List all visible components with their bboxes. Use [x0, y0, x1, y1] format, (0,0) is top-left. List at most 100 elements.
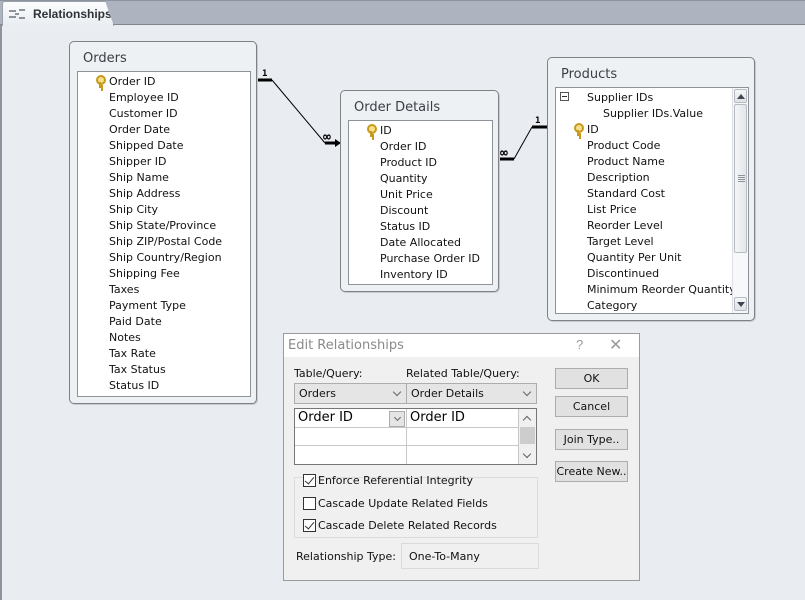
chevron-down-icon[interactable] [522, 449, 532, 459]
field-item[interactable]: Unit Price [380, 186, 433, 202]
field-item[interactable]: Payment Type [109, 297, 186, 313]
products-table-window[interactable]: Products Supplier IDs Supplier IDs.Value… [547, 57, 755, 321]
field-item[interactable]: Shipper ID [109, 153, 166, 169]
scroll-up-button[interactable] [734, 89, 747, 103]
field-mapping-grid[interactable]: Order ID Order ID [294, 408, 537, 465]
primary-key-icon [366, 124, 377, 137]
field-item[interactable]: Shipped Date [109, 137, 184, 153]
field-item[interactable]: Order ID [109, 73, 155, 89]
field-item[interactable]: List Price [587, 201, 637, 217]
orders-field-list[interactable]: Order ID Employee ID Customer ID Order D… [77, 71, 251, 397]
create-new-button[interactable]: Create New.. [555, 461, 628, 482]
field-item[interactable]: Category [587, 297, 637, 313]
field-item[interactable]: Standard Cost [587, 185, 665, 201]
primary-key-icon [573, 123, 584, 136]
field-item[interactable]: Ship ZIP/Postal Code [109, 233, 222, 249]
field-item[interactable]: Target Level [587, 233, 654, 249]
field-item[interactable]: Ship Country/Region [109, 249, 222, 265]
field-dropdown-button[interactable] [389, 411, 405, 427]
enforce-integrity-label[interactable]: Enforce Referential Integrity [318, 474, 473, 487]
right-field-cell[interactable] [407, 446, 519, 464]
field-item[interactable]: Ship Name [109, 169, 169, 185]
collapse-icon[interactable] [560, 92, 569, 101]
field-item[interactable]: Discontinued [587, 265, 659, 281]
enforce-integrity-checkbox[interactable] [303, 474, 316, 487]
field-item[interactable]: Discount [380, 202, 428, 218]
table-query-select[interactable]: Orders [294, 383, 407, 404]
field-item[interactable]: Reorder Level [587, 217, 663, 233]
help-button[interactable]: ? [576, 337, 583, 352]
cascade-delete-checkbox[interactable] [303, 519, 316, 532]
field-item[interactable]: Order ID [380, 138, 426, 154]
field-item[interactable]: Order Date [109, 121, 170, 137]
field-item[interactable]: Quantity Per Unit [587, 249, 681, 265]
chevron-down-icon [522, 387, 532, 397]
field-item[interactable]: Minimum Reorder Quantity [587, 281, 736, 297]
grid-scrollbar[interactable] [519, 409, 536, 464]
relationship-type-label: Relationship Type: [296, 550, 396, 563]
right-field-cell[interactable]: Order ID [407, 409, 519, 428]
table-query-value: Orders [299, 387, 336, 400]
table-query-label: Table/Query: [294, 367, 363, 380]
field-item[interactable]: Customer ID [109, 105, 178, 121]
field-item[interactable]: Taxes [109, 281, 139, 297]
close-button[interactable]: ✕ [609, 335, 622, 355]
left-field-value: Order ID [298, 410, 353, 425]
field-item[interactable]: Tax Rate [109, 345, 156, 361]
field-item[interactable]: Status ID [380, 218, 430, 234]
field-item[interactable]: Product ID [380, 154, 437, 170]
field-item[interactable]: Date Allocated [380, 234, 461, 250]
window-edge [0, 25, 2, 600]
field-item[interactable]: Ship State/Province [109, 217, 216, 233]
field-item[interactable]: Employee ID [109, 89, 179, 105]
one-cardinality-label: 1 [262, 69, 267, 79]
field-item[interactable]: Quantity [380, 170, 428, 186]
many-cardinality-label: ∞ [500, 146, 508, 161]
field-item[interactable]: Supplier IDs.Value [603, 105, 703, 121]
field-item[interactable]: Product Code [587, 137, 660, 153]
field-item[interactable]: ID [587, 121, 599, 137]
edit-relationships-dialog: Edit Relationships ? ✕ Table/Query: Rela… [283, 333, 640, 581]
relationship-orders-order-details[interactable]: 1 ∞ [257, 69, 341, 147]
cascade-delete-label[interactable]: Cascade Delete Related Records [318, 519, 497, 532]
products-field-list[interactable]: Supplier IDs Supplier IDs.Value ID Produ… [555, 87, 749, 314]
join-type-button[interactable]: Join Type.. [555, 429, 628, 450]
field-item[interactable]: Product Name [587, 153, 665, 169]
field-item[interactable]: Purchase Order ID [380, 250, 480, 266]
field-item[interactable]: Notes [109, 329, 141, 345]
field-item[interactable]: Tax Status [109, 361, 166, 377]
related-table-query-select[interactable]: Order Details [406, 383, 537, 404]
field-item[interactable]: Ship City [109, 201, 158, 217]
cancel-button[interactable]: Cancel [555, 396, 628, 417]
field-item[interactable]: Status ID [109, 377, 159, 393]
relationship-products-order-details[interactable]: 1 ∞ [499, 116, 548, 161]
table-title: Orders [83, 51, 127, 66]
cascade-update-checkbox[interactable] [303, 497, 316, 510]
field-item[interactable]: Inventory ID [380, 266, 448, 282]
order-details-table-window[interactable]: Order Details ID Order ID Product ID Qua… [340, 90, 499, 292]
field-item[interactable]: Supplier IDs [587, 89, 653, 105]
left-field-cell[interactable] [295, 428, 407, 446]
tab-relationships[interactable]: Relationships [2, 1, 114, 26]
left-field-cell[interactable] [295, 446, 407, 464]
field-item[interactable]: ID [380, 122, 392, 138]
scroll-thumb[interactable] [520, 427, 535, 444]
primary-key-icon [95, 75, 106, 88]
field-item[interactable]: Paid Date [109, 313, 162, 329]
chevron-up-icon[interactable] [522, 415, 532, 425]
ok-button[interactable]: OK [555, 368, 628, 389]
field-item[interactable]: Description [587, 169, 650, 185]
scroll-down-button[interactable] [734, 297, 747, 311]
right-field-cell[interactable] [407, 428, 519, 446]
field-item[interactable]: Shipping Fee [109, 265, 180, 281]
scroll-thumb[interactable] [734, 104, 747, 253]
arrow-down-icon [736, 301, 745, 307]
orders-table-window[interactable]: Orders Order ID Employee ID Customer ID … [69, 41, 257, 404]
field-item[interactable]: Ship Address [109, 185, 180, 201]
cascade-update-label[interactable]: Cascade Update Related Fields [318, 497, 488, 510]
dialog-title: Edit Relationships [288, 338, 404, 353]
order-details-field-list[interactable]: ID Order ID Product ID Quantity Unit Pri… [348, 120, 493, 285]
products-scrollbar[interactable] [732, 88, 748, 313]
table-title: Products [561, 67, 618, 82]
table-title: Order Details [354, 100, 441, 115]
